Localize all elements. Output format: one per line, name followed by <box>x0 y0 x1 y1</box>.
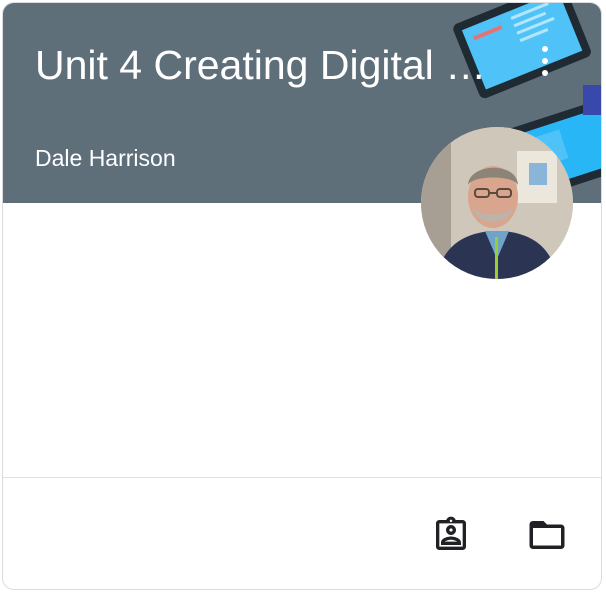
more-options-button[interactable] <box>527 39 563 83</box>
class-title[interactable]: Unit 4 Creating Digital Products <box>35 39 495 91</box>
more-vert-icon <box>542 46 548 52</box>
card-divider <box>3 477 601 478</box>
more-vert-icon-dot-3 <box>542 70 548 76</box>
your-work-button[interactable] <box>427 511 475 559</box>
assignment-ind-icon <box>436 516 466 550</box>
class-card: Unit 4 Creating Digital Products Dale Ha… <box>2 2 602 590</box>
teacher-name[interactable]: Dale Harrison <box>35 143 176 173</box>
folder-icon <box>529 521 565 549</box>
more-vert-icon-dot-2 <box>542 58 548 64</box>
class-folder-button[interactable] <box>523 511 571 559</box>
teacher-photo <box>421 127 573 279</box>
teacher-avatar <box>421 127 573 279</box>
class-title-link[interactable]: Unit 4 Creating Digital Products <box>35 42 495 88</box>
